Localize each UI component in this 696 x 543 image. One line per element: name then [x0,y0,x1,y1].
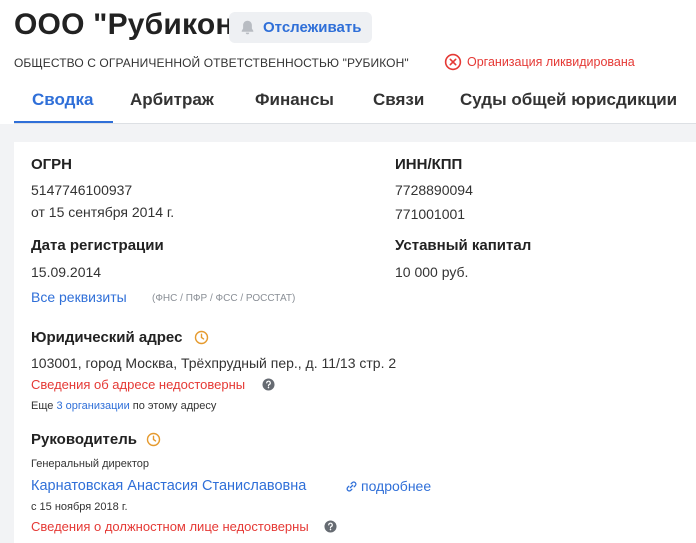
tab-connections[interactable]: Связи [373,90,424,110]
status-text: Организация ликвидирована [467,55,635,69]
head-since: с 15 ноября 2018 г. [31,501,128,513]
ogrn-value: 5147746100937 [31,182,133,198]
all-details-note: (ФНС / ПФР / ФСС / РОССТАТ) [152,293,296,304]
kpp-value: 771001001 [395,206,466,222]
address-label: Юридический адрес [31,329,183,346]
company-full-name: ОБЩЕСТВО С ОГРАНИЧЕННОЙ ОТВЕТСТВЕННОСТЬЮ… [14,56,409,70]
capital-value: 10 000 руб. [395,264,469,280]
address-more: Еще 3 организации по этому адресу [31,400,216,412]
head-more-link[interactable]: подробнее [361,478,431,494]
clock-icon[interactable] [146,432,161,447]
ogrn-label: ОГРН [31,156,73,173]
capital-label: Уставный капитал [395,237,532,254]
tab-finance[interactable]: Финансы [255,90,334,110]
summary-card: ОГРН 5147746100937 от 15 сентября 2014 г… [14,142,696,543]
help-icon[interactable] [324,520,337,533]
reg-date-label: Дата регистрации [31,237,164,254]
page-header: ООО "Рубикон" Отслеживать ОБЩЕСТВО С ОГР… [0,0,696,124]
help-icon[interactable] [262,378,275,391]
tab-bar: Сводка Арбитраж Финансы Связи Суды общей… [14,80,696,124]
inn-kpp-label: ИНН/КПП [395,156,463,173]
address-value: 103001, город Москва, Трёхпрудный пер., … [31,355,397,371]
ogrn-date: от 15 сентября 2014 г. [31,204,175,220]
bell-icon [241,20,254,35]
clock-icon[interactable] [194,330,209,345]
head-name-link[interactable]: Карнатовская Анастасия Станиславовна [31,478,306,494]
tabs-divider [14,123,696,124]
head-warning: Сведения о должностном лице недостоверны [31,519,309,534]
address-warning: Сведения об адресе недостоверны [31,377,246,392]
tab-general-courts[interactable]: Суды общей юрисдикции [460,90,677,110]
follow-button[interactable]: Отслеживать [229,12,372,43]
company-title: ООО "Рубикон" [14,8,249,41]
reg-date-value: 15.09.2014 [31,264,102,280]
inn-value: 7728890094 [395,182,473,198]
link-icon [346,481,357,492]
all-details-link[interactable]: Все реквизиты [31,289,127,305]
follow-label: Отслеживать [263,19,362,36]
head-label: Руководитель [31,431,137,448]
error-circle-icon [444,53,462,71]
status-badge: Организация ликвидирована [444,53,635,71]
address-more-suffix: по этому адресу [132,400,217,412]
address-more-prefix: Еще [31,400,54,412]
tab-summary[interactable]: Сводка [32,90,93,110]
address-orgs-link[interactable]: 3 организации [56,400,129,412]
head-position: Генеральный директор [31,458,149,470]
tab-arbitration[interactable]: Арбитраж [130,90,214,110]
